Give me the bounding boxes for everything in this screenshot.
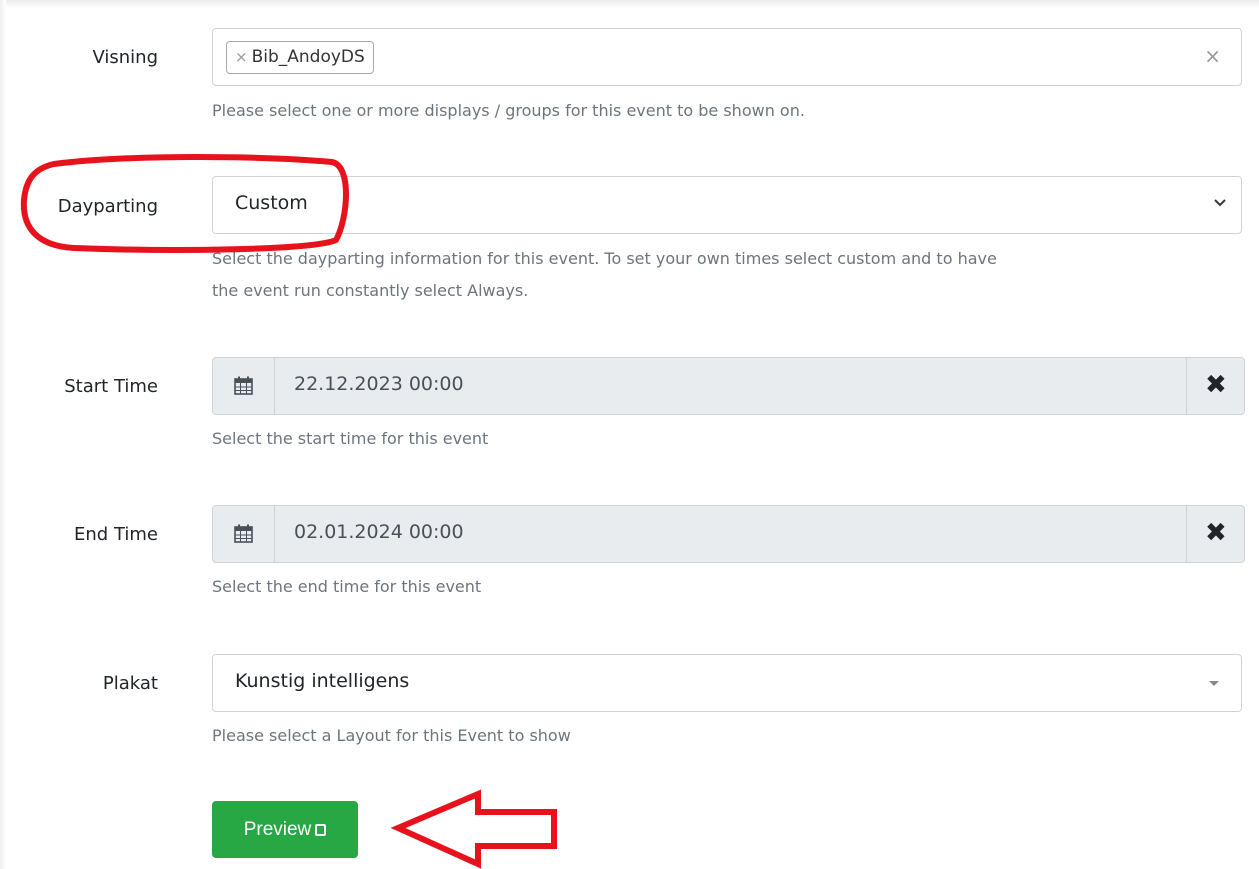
layout-select[interactable]: Kunstig intelligens xyxy=(212,654,1242,712)
preview-button[interactable]: Preview xyxy=(212,801,358,858)
chip-remove-icon[interactable]: × xyxy=(235,48,248,66)
top-edge-shadow xyxy=(0,0,1259,8)
start-time-clear-button[interactable]: ✖ xyxy=(1186,358,1244,414)
end-time-help-text: Select the end time for this event xyxy=(212,577,482,596)
clear-selection-icon[interactable]: × xyxy=(1204,44,1221,68)
selected-display-chip: × Bib_AndoyDS xyxy=(226,41,374,74)
highlight-oval-annotation xyxy=(20,154,349,253)
left-edge-shadow xyxy=(0,0,6,869)
chevron-down-icon xyxy=(1214,199,1226,207)
chip-label: Bib_AndoyDS xyxy=(251,47,365,67)
display-help-text: Please select one or more displays / gro… xyxy=(212,101,805,120)
end-time-picker[interactable]: 02.01.2024 00:00 ✖ xyxy=(212,505,1245,563)
start-time-help-text: Select the start time for this event xyxy=(212,429,489,448)
end-time-value: 02.01.2024 00:00 xyxy=(294,521,464,543)
close-icon: ✖ xyxy=(1205,518,1227,548)
display-label: Visning xyxy=(92,47,158,68)
start-time-value: 22.12.2023 00:00 xyxy=(294,373,464,395)
calendar-icon xyxy=(234,524,253,543)
start-time-label: Start Time xyxy=(64,376,158,397)
close-icon: ✖ xyxy=(1205,370,1227,400)
start-time-calendar-addon[interactable] xyxy=(213,358,275,414)
preview-button-label: Preview xyxy=(243,819,312,840)
end-time-calendar-addon[interactable] xyxy=(213,506,275,562)
start-time-picker[interactable]: 22.12.2023 00:00 ✖ xyxy=(212,357,1245,415)
square-icon xyxy=(315,824,327,836)
dayparting-select[interactable]: Custom xyxy=(212,176,1242,234)
layout-label: Plakat xyxy=(102,673,158,694)
end-time-clear-button[interactable]: ✖ xyxy=(1186,506,1244,562)
layout-help-text: Please select a Layout for this Event to… xyxy=(212,726,571,745)
arrow-left-icon xyxy=(390,789,557,869)
display-multiselect[interactable]: × Bib_AndoyDS × xyxy=(212,28,1242,86)
caret-down-icon xyxy=(1209,681,1219,686)
dayparting-help-line-2: the event run constantly select Always. xyxy=(212,281,529,300)
end-time-label: End Time xyxy=(74,524,158,545)
dayparting-help-line-1: Select the dayparting information for th… xyxy=(212,249,997,268)
layout-value: Kunstig intelligens xyxy=(235,670,410,692)
calendar-icon xyxy=(234,376,253,395)
